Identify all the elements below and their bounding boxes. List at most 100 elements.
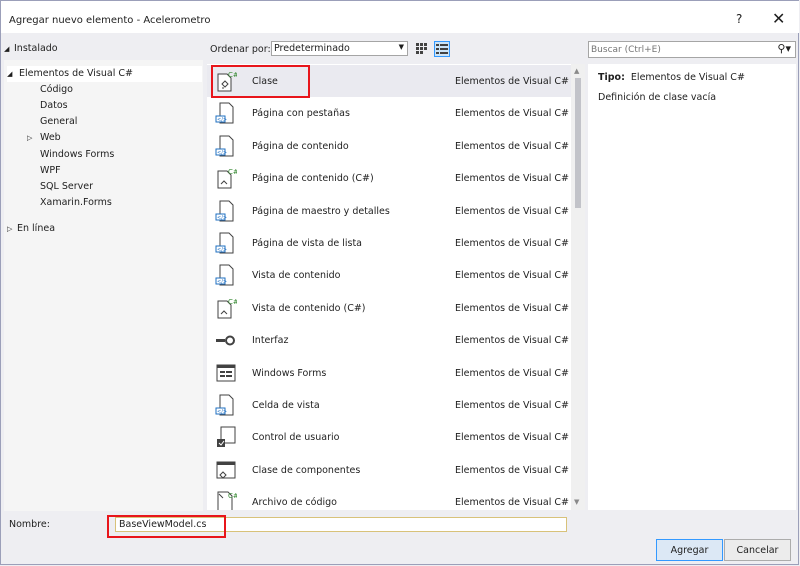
template-category: Elementos de Visual C#: [455, 464, 569, 476]
xaml-page-icon: </>: [215, 263, 237, 287]
tree-item-windows-forms[interactable]: Windows Forms: [40, 147, 114, 163]
search-box[interactable]: ⚲▾: [588, 41, 796, 58]
template-name: Página de contenido (C#): [252, 173, 374, 185]
csharp-page-icon: C#: [215, 166, 237, 190]
scroll-up-icon[interactable]: ▲: [574, 67, 579, 75]
template-category: Elementos de Visual C#: [455, 335, 569, 347]
template-item[interactable]: </> Página de contenido Elementos de Visua…: [207, 130, 571, 162]
template-category: Elementos de Visual C#: [455, 400, 569, 411]
template-name: Vista de contenido: [252, 270, 341, 282]
highlight-box-clase: [211, 65, 310, 98]
expanded-arrow-icon: ◢: [4, 45, 10, 53]
chevron-down-icon: ▼: [398, 43, 404, 51]
title-bar: Agregar nuevo elemento - Acelerometro ? …: [1, 1, 799, 33]
tree-item-datos[interactable]: Datos: [40, 98, 68, 114]
list-view-icon: [436, 44, 448, 54]
interface-icon: [215, 328, 237, 352]
search-icon[interactable]: ⚲▾: [777, 42, 791, 55]
user-control-icon: [215, 425, 237, 449]
template-item[interactable]: </> Celda de vista Elementos de Visual C#: [207, 389, 571, 421]
svg-text:</>: </>: [217, 279, 227, 285]
template-name: Página con pestañas: [252, 108, 350, 120]
collapsed-arrow-icon: ▷: [7, 225, 13, 233]
tree-installed[interactable]: ◢ Instalado: [4, 41, 58, 57]
template-category: Elementos de Visual C#: [455, 497, 569, 509]
tree-item-sql-server[interactable]: SQL Server: [40, 179, 93, 195]
template-category: Elementos de Visual C#: [455, 367, 569, 379]
sort-label: Ordenar por:: [210, 44, 271, 55]
template-item[interactable]: C# Página de contenido (C#) Elementos de V…: [207, 162, 571, 194]
template-name: Vista de contenido (C#): [252, 302, 366, 314]
tree-item-web[interactable]: ▷ Web: [27, 130, 61, 146]
svg-text:C#: C#: [228, 168, 237, 176]
type-line: Tipo: Elementos de Visual C#: [598, 72, 745, 83]
expanded-arrow-icon: ◢: [7, 70, 13, 78]
sort-select[interactable]: Predeterminado ▼: [271, 41, 408, 56]
template-name: Archivo de código: [252, 497, 337, 509]
template-item[interactable]: </> Vista de contenido Elementos de Visual…: [207, 259, 571, 291]
xaml-page-icon: </>: [215, 101, 237, 125]
template-item[interactable]: C# Archivo de código Elementos de Visual C…: [207, 486, 571, 510]
template-item[interactable]: </> Página de maestro y detalles Elementos…: [207, 195, 571, 227]
template-category: Elementos de Visual C#: [455, 173, 569, 185]
template-name: Página de contenido: [252, 140, 349, 152]
template-category: Elementos de Visual C#: [455, 432, 569, 444]
template-category: Elementos de Visual C#: [455, 140, 569, 152]
scrollbar-thumb[interactable]: [575, 78, 581, 208]
collapsed-arrow-icon: ▷: [27, 134, 33, 142]
svg-text:C#: C#: [228, 492, 237, 500]
close-button[interactable]: ✕: [772, 9, 785, 28]
add-new-item-dialog: Agregar nuevo elemento - Acelerometro ? …: [0, 0, 799, 565]
template-item[interactable]: Control de usuario Elementos de Visual C#: [207, 421, 571, 453]
template-category: Elementos de Visual C#: [455, 108, 569, 120]
help-button[interactable]: ?: [736, 12, 742, 26]
template-name: Página de vista de lista: [252, 238, 362, 249]
svg-text:C#: C#: [228, 298, 237, 306]
category-tree: ◢ Instalado ◢ Elementos de Visual C# Códig…: [1, 39, 203, 511]
template-list: C#ClaseElementos de Visual C#</>Página c…: [207, 64, 571, 510]
windows-form-icon: [215, 361, 237, 385]
svg-text:</>: </>: [217, 409, 227, 415]
template-item[interactable]: </> Página de vista de lista Elementos de …: [207, 227, 571, 259]
details-pane: Tipo: Elementos de Visual C# Definición …: [588, 64, 796, 510]
tree-item-general[interactable]: General: [40, 114, 77, 130]
template-list-scrollbar[interactable]: ▲ ▼: [571, 64, 585, 510]
template-item[interactable]: C# Vista de contenido (C#) Elementos de Vi…: [207, 292, 571, 324]
component-class-icon: [215, 458, 237, 482]
template-item[interactable]: Interfaz Elementos de Visual C#: [207, 324, 571, 356]
add-button[interactable]: Agregar: [656, 539, 723, 561]
csharp-page-icon: C#: [215, 296, 237, 320]
template-category: Elementos de Visual C#: [455, 76, 569, 87]
name-label: Nombre:: [9, 519, 50, 530]
template-name: Clase de componentes: [252, 464, 361, 476]
template-name: Interfaz: [252, 335, 289, 347]
tree-item-wpf[interactable]: WPF: [40, 163, 61, 179]
template-item[interactable]: Clase de componentes Elementos de Visual …: [207, 454, 571, 486]
xaml-page-icon: </>: [215, 199, 237, 223]
tree-item-codigo[interactable]: Código: [40, 82, 73, 98]
search-input[interactable]: [591, 42, 771, 57]
list-view-button[interactable]: [434, 41, 450, 57]
xaml-page-icon: </>: [215, 231, 237, 255]
template-category: Elementos de Visual C#: [455, 302, 569, 314]
xaml-page-icon: </>: [215, 134, 237, 158]
svg-text:</>: </>: [217, 117, 227, 123]
template-category: Elementos de Visual C#: [455, 270, 569, 282]
tree-visual-csharp[interactable]: ◢ Elementos de Visual C#: [7, 66, 202, 82]
template-name: Windows Forms: [252, 367, 327, 379]
svg-text:</>: </>: [217, 215, 227, 221]
scroll-down-icon[interactable]: ▼: [574, 498, 579, 506]
installed-list: [4, 60, 203, 511]
template-category: Elementos de Visual C#: [455, 238, 569, 249]
template-item[interactable]: Windows Forms Elementos de Visual C#: [207, 357, 571, 389]
cancel-button[interactable]: Cancelar: [724, 539, 791, 561]
tree-item-xamarin-forms[interactable]: Xamarin.Forms: [40, 195, 112, 211]
code-file-icon: C#: [215, 490, 237, 510]
template-item[interactable]: </> Página con pestañas Elementos de Visua…: [207, 97, 571, 129]
tree-online[interactable]: ▷ En línea: [7, 221, 55, 237]
highlight-box-name: [107, 515, 226, 538]
template-name: Página de maestro y detalles: [252, 205, 390, 217]
small-icons-view-button[interactable]: [414, 41, 430, 57]
dialog-title: Agregar nuevo elemento - Acelerometro: [9, 15, 211, 26]
grid-view-icon: [416, 43, 427, 54]
